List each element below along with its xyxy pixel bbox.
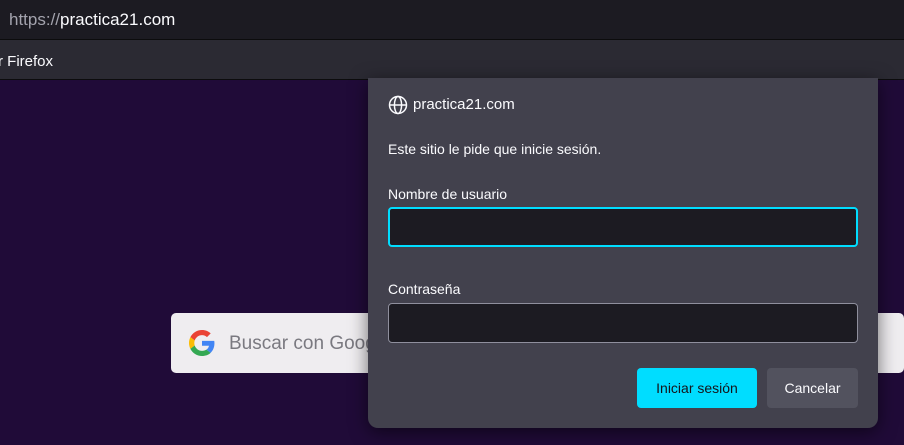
- url-bar[interactable]: https://practica21.com: [0, 0, 904, 40]
- username-label: Nombre de usuario: [388, 186, 508, 202]
- password-label: Contraseña: [388, 281, 461, 297]
- globe-icon: [388, 95, 408, 115]
- google-g-icon: [189, 330, 215, 356]
- login-button[interactable]: Iniciar sesión: [637, 368, 757, 408]
- cancel-button[interactable]: Cancelar: [767, 368, 858, 408]
- search-placeholder: Buscar con Goog: [229, 333, 376, 354]
- bookmarks-toolbar: r Firefox: [0, 40, 904, 80]
- login-dialog: practica21.com Este sitio le pide que in…: [368, 78, 878, 428]
- dialog-site-name: practica21.com: [413, 96, 515, 113]
- bookmark-item[interactable]: r Firefox: [0, 53, 53, 70]
- url-scheme: https://: [9, 10, 61, 29]
- password-input[interactable]: [388, 303, 858, 343]
- url-text[interactable]: https://practica21.com: [9, 10, 175, 30]
- url-host: practica21.com: [60, 10, 176, 29]
- dialog-message: Este sitio le pide que inicie sesión.: [388, 141, 602, 157]
- username-input[interactable]: [388, 207, 858, 247]
